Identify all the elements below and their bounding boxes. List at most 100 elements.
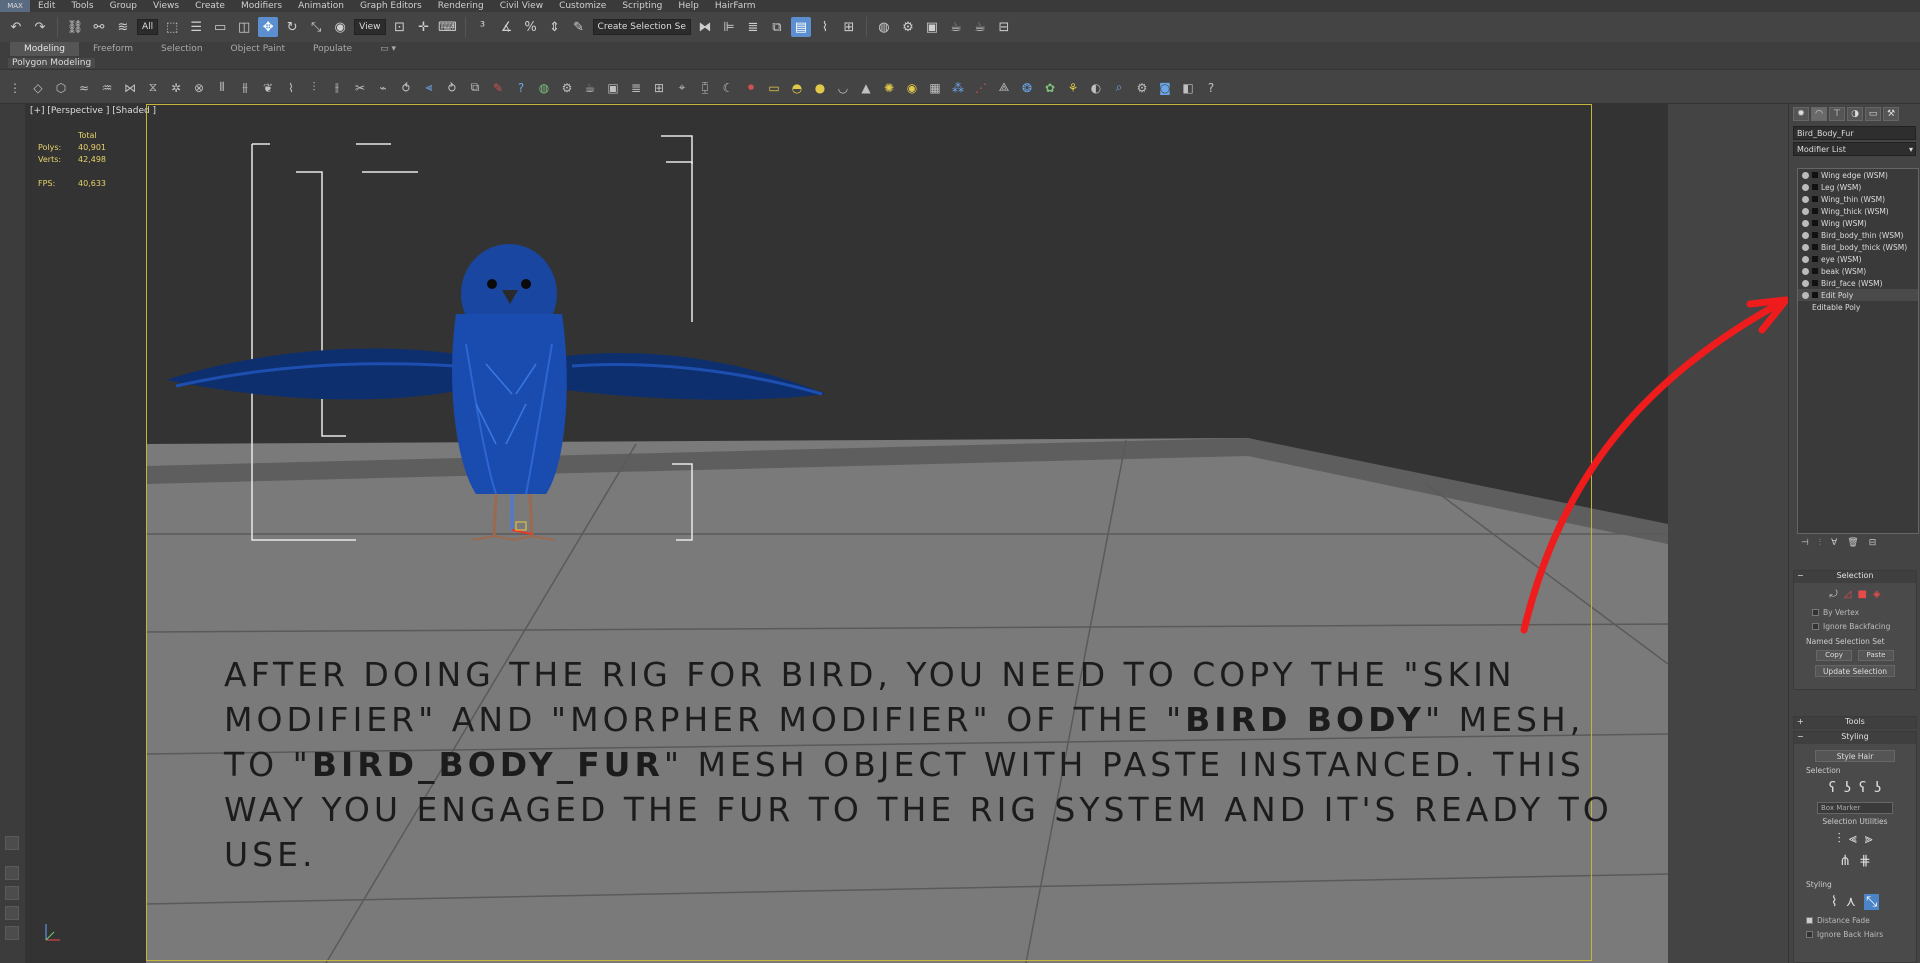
hair-bend-icon[interactable]: ⥀ [397, 79, 415, 97]
hair-scale-icon[interactable]: ⫷ [420, 79, 438, 97]
bind-space-warp-icon[interactable]: ≋ [113, 17, 133, 37]
eye-icon[interactable] [1802, 195, 1809, 203]
hair-comb-icon[interactable]: ⫵ [236, 79, 254, 97]
eye-icon[interactable] [1802, 183, 1809, 191]
viewport-layout-button[interactable] [5, 886, 19, 900]
angle-snap-icon[interactable]: ∡ [497, 17, 517, 37]
eye-icon[interactable] [1802, 171, 1809, 179]
pivot-center-icon[interactable]: ⊡ [390, 17, 410, 37]
hierarchy-tab-icon[interactable]: ⊤ [1829, 107, 1845, 121]
hair-tool-icon[interactable]: ⫴ [213, 79, 231, 97]
eye-icon[interactable] [1802, 231, 1809, 239]
viewport-layout-button[interactable] [5, 926, 19, 940]
selection-filter-dropdown[interactable]: All [137, 19, 159, 35]
modifier-item[interactable]: Wing edge (WSM) [1798, 169, 1918, 181]
modifier-toggle-icon[interactable] [1812, 244, 1818, 250]
render-frame-icon[interactable]: ▣ [604, 79, 622, 97]
viewport-layout-button[interactable] [5, 906, 19, 920]
utilities-tab-icon[interactable]: ⚒ [1883, 107, 1899, 121]
hair-clone-icon[interactable]: ⧉ [466, 79, 484, 97]
magnify-icon[interactable]: ⌕ [1110, 79, 1128, 97]
modifier-toggle-icon[interactable] [1812, 280, 1818, 286]
undo-icon[interactable]: ↶ [6, 17, 26, 37]
modifier-toggle-icon[interactable] [1812, 196, 1818, 202]
rect-selection-icon[interactable]: ▭ [210, 17, 230, 37]
checkbox-box[interactable] [1806, 930, 1813, 938]
menu-group[interactable]: Group [102, 1, 145, 11]
tab-object-paint[interactable]: Object Paint [217, 42, 299, 56]
modifier-toggle-icon[interactable] [1812, 172, 1818, 178]
modifier-item[interactable]: Wing (WSM) [1798, 217, 1918, 229]
unlink-icon[interactable]: ⚯ [89, 17, 109, 37]
select-object-icon[interactable]: ⬚ [162, 17, 182, 37]
settings-gear-icon[interactable]: ⚙ [558, 79, 576, 97]
hair-curl-icon[interactable]: ❦ [259, 79, 277, 97]
menu-customize[interactable]: Customize [551, 1, 614, 11]
wave-tool-icon[interactable]: ≈ [75, 79, 93, 97]
checkbox-box[interactable] [1806, 916, 1813, 924]
select-rotate-icon[interactable]: ↻ [282, 17, 302, 37]
base-object-item[interactable]: Editable Poly [1798, 301, 1918, 313]
distance-fade-checkbox[interactable]: Distance Fade [1794, 913, 1916, 927]
reference-coordinate-dropdown[interactable]: View [354, 19, 386, 35]
render-iterative-icon[interactable]: ☕ [970, 17, 990, 37]
list-view-icon[interactable]: ≣ [627, 79, 645, 97]
menu-hairfarm[interactable]: HairFarm [707, 1, 764, 11]
fluid-icon[interactable]: ❂ [1018, 79, 1036, 97]
keyboard-shortcut-icon[interactable]: ⌨ [438, 17, 458, 37]
grid-view-icon[interactable]: ⊞ [650, 79, 668, 97]
eye-icon[interactable] [1802, 267, 1809, 275]
align-icon[interactable]: ⊫ [719, 17, 739, 37]
perspective-viewport[interactable]: [+] [Perspective ] [Shaded ] Total Polys… [26, 104, 1760, 963]
tab-selection[interactable]: Selection [147, 42, 216, 56]
sun-icon[interactable]: ✺ [880, 79, 898, 97]
shrink-selection-icon[interactable]: ⋕ [1859, 853, 1871, 869]
camera-icon[interactable]: ⧮ [696, 79, 714, 97]
tab-populate[interactable]: Populate [299, 42, 366, 56]
hair-poly-icon[interactable]: ■ [1857, 589, 1866, 600]
modifier-toggle-icon[interactable] [1812, 268, 1818, 274]
copy-button[interactable]: Copy [1816, 649, 1852, 661]
modifier-item[interactable]: Bird_face (WSM) [1798, 277, 1918, 289]
configure-sets-icon[interactable]: ⊟ [1869, 538, 1877, 552]
modifier-item[interactable]: Bird_body_thick (WSM) [1798, 241, 1918, 253]
render-cam-icon[interactable]: ◙ [1156, 79, 1174, 97]
hair-cut-icon[interactable]: ⋏ [1846, 894, 1856, 910]
tools-rollout-header[interactable]: + Tools [1794, 717, 1916, 729]
play-button[interactable] [5, 836, 19, 850]
material-editor-icon[interactable]: ◍ [874, 17, 894, 37]
render-production-icon[interactable]: ☕ [946, 17, 966, 37]
record-icon[interactable]: ⏺ [742, 79, 760, 97]
percent-snap-icon[interactable]: % [521, 17, 541, 37]
hair-twist-icon[interactable]: ⥁ [443, 79, 461, 97]
checkbox-box[interactable] [1812, 608, 1819, 616]
by-vertex-checkbox[interactable]: By Vertex [1794, 605, 1916, 619]
noise-tool-icon[interactable]: ✲ [167, 79, 185, 97]
viewport-layout-button[interactable] [5, 866, 19, 880]
transform-tool-icon[interactable]: ⧖ [144, 79, 162, 97]
motion-tab-icon[interactable]: ◑ [1847, 107, 1863, 121]
render-setup-icon[interactable]: ⚙ [898, 17, 918, 37]
checkbox-box[interactable] [1812, 622, 1819, 630]
scene-explorer-icon[interactable]: ⧉ [767, 17, 787, 37]
modifier-item-edit-poly[interactable]: Edit Poly [1798, 289, 1918, 301]
select-manipulate-icon[interactable]: ✛ [414, 17, 434, 37]
pin-stack-icon[interactable]: ⊣ [1801, 538, 1809, 552]
dome-light-icon[interactable]: ◓ [788, 79, 806, 97]
eye-icon[interactable] [1802, 279, 1809, 287]
select-hair-tips-icon[interactable]: ʖ [1844, 780, 1851, 796]
particle-flow-icon[interactable]: ⋰ [972, 79, 990, 97]
schematic-view-icon[interactable]: ⊞ [839, 17, 859, 37]
modifier-toggle-icon[interactable] [1812, 232, 1818, 238]
foliage-icon[interactable]: ✿ [1041, 79, 1059, 97]
eye-icon[interactable] [1802, 219, 1809, 227]
tab-freeform[interactable]: Freeform [79, 42, 147, 56]
modifier-toggle-icon[interactable] [1812, 208, 1818, 214]
hair-frizz-icon[interactable]: ⌇ [282, 79, 300, 97]
select-scale-icon[interactable]: ⤡ [306, 17, 326, 37]
make-unique-icon[interactable]: ∀ [1831, 538, 1837, 552]
hair-clump-icon[interactable]: ⫶ [305, 79, 323, 97]
grid-tool-icon[interactable]: ◇ [29, 79, 47, 97]
selection-rollout-header[interactable]: − Selection [1794, 571, 1916, 583]
rendered-frame-window-icon[interactable]: ▣ [922, 17, 942, 37]
